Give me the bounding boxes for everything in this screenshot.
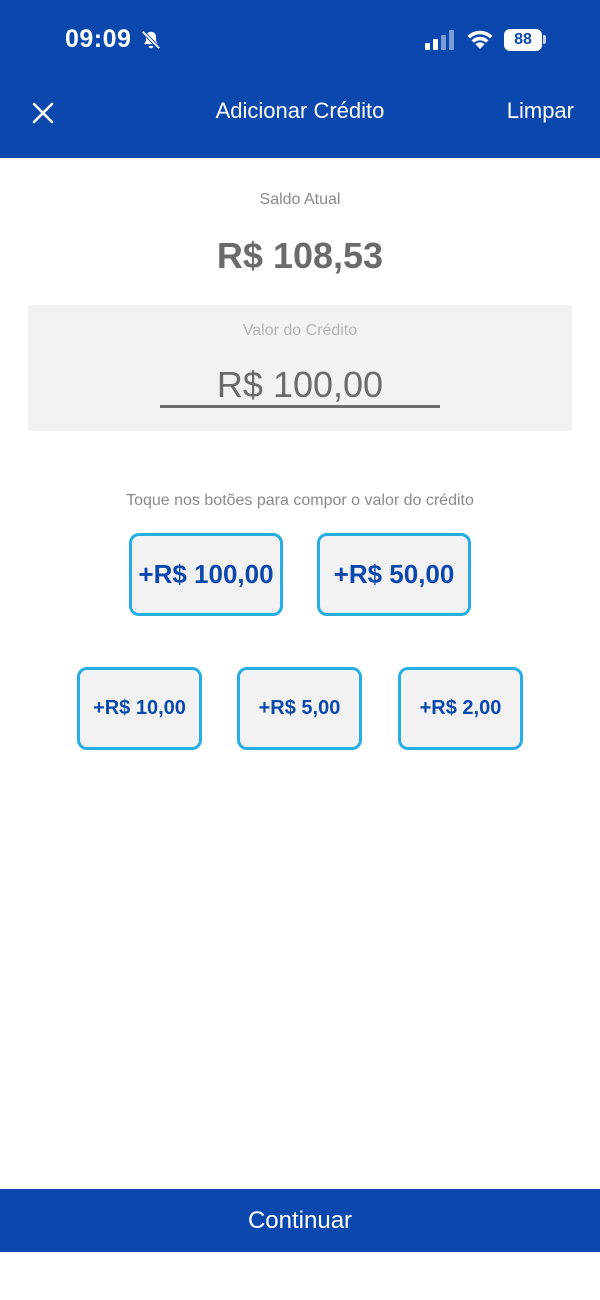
credit-label: Valor do Crédito (242, 322, 358, 339)
bell-slash-icon (141, 30, 161, 50)
app-header: 09:09 88 Adicionar Crédito Limpar (0, 0, 600, 158)
add-50-button[interactable]: +R$ 50,00 (317, 533, 471, 616)
credit-input-underline (160, 405, 440, 408)
wifi-icon (467, 30, 493, 49)
page-title: Adicionar Crédito (215, 98, 385, 123)
add-10-button[interactable]: +R$ 10,00 (77, 667, 202, 750)
add-100-button[interactable]: +R$ 100,00 (129, 533, 283, 616)
status-time: 09:09 (65, 25, 132, 53)
close-button[interactable] (26, 96, 60, 130)
battery-tip (543, 35, 546, 44)
credit-amount-input[interactable] (160, 361, 440, 409)
credit-amount-panel: Valor do Crédito (28, 305, 572, 431)
balance-value: R$ 108,53 (216, 235, 384, 276)
close-icon (32, 102, 54, 124)
clear-button[interactable]: Limpar (490, 98, 574, 124)
signal-icon (425, 30, 454, 50)
add-5-button[interactable]: +R$ 5,00 (237, 667, 362, 750)
battery-level: 88 (514, 31, 532, 48)
add-2-button[interactable]: +R$ 2,00 (398, 667, 523, 750)
continue-button[interactable]: Continuar (0, 1189, 600, 1252)
hint-text: Toque nos botões para compor o valor do … (126, 492, 474, 509)
status-bar: 09:09 88 (0, 0, 600, 82)
balance-label: Saldo Atual (259, 191, 341, 208)
battery-icon: 88 (504, 29, 542, 51)
